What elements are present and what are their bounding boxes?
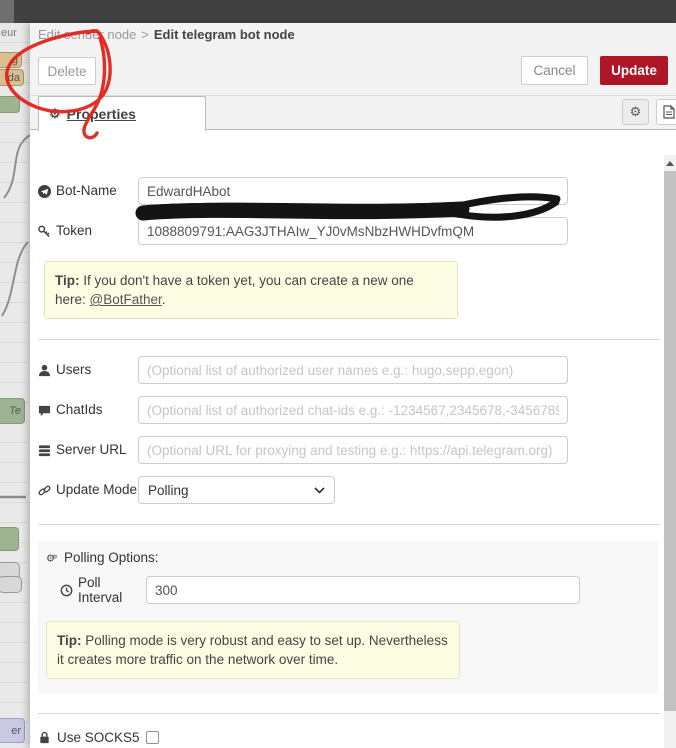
lock-icon: [40, 731, 49, 744]
workspace-strip: eur g da Te er: [0, 23, 30, 748]
users-row: Users: [38, 356, 660, 384]
tab-properties[interactable]: ⚙ Properties: [38, 96, 206, 131]
node-settings-button[interactable]: ⚙: [622, 99, 649, 125]
server-url-row: Server URL: [38, 436, 660, 464]
poll-interval-row: Poll Interval: [60, 575, 650, 605]
server-url-label: Server URL: [38, 442, 138, 458]
workspace-node[interactable]: Te: [0, 398, 25, 424]
workspace-node[interactable]: er: [0, 718, 25, 743]
chatids-input[interactable]: [138, 396, 568, 424]
key-icon: [38, 225, 50, 237]
bot-name-input[interactable]: [138, 177, 568, 205]
token-tip: Tip: If you don't have a token yet, you …: [44, 261, 458, 319]
workspace-node[interactable]: g: [0, 52, 22, 68]
breadcrumb-parent[interactable]: Edit sender node: [38, 27, 136, 42]
dialog-button-row: Delete Cancel Update: [30, 45, 676, 95]
update-button[interactable]: Update: [600, 56, 668, 85]
use-socks5-row: Use SOCKS5: [38, 730, 660, 745]
properties-form: Bot-Name Token Tip: If you don't have a …: [30, 155, 664, 748]
workspace-node[interactable]: da: [0, 69, 24, 86]
divider: [38, 339, 660, 340]
clock-icon: [60, 584, 73, 596]
link-icon: [38, 485, 51, 495]
server-icon: [38, 444, 51, 456]
scrollbar[interactable]: [664, 155, 676, 748]
cancel-button[interactable]: Cancel: [521, 56, 588, 85]
divider: [38, 524, 660, 525]
bot-name-row: Bot-Name: [38, 177, 660, 205]
update-mode-value: Polling: [148, 482, 189, 498]
telegram-icon: [38, 184, 51, 198]
polling-tip: Tip: Polling mode is very robust and eas…: [46, 621, 460, 679]
workspace-node[interactable]: [0, 96, 20, 113]
poll-interval-label: Poll Interval: [60, 575, 146, 605]
cogs-icon: ⚙ ⚙: [46, 553, 58, 564]
scrollbar-up-arrow[interactable]: [664, 155, 676, 170]
polling-options-label: ⚙ ⚙ Polling Options:: [46, 550, 159, 565]
document-icon: [663, 105, 675, 119]
tab-properties-label: Properties: [66, 106, 136, 122]
users-input[interactable]: [138, 356, 568, 384]
user-icon: [38, 364, 51, 376]
update-mode-select[interactable]: Polling: [138, 476, 335, 504]
poll-interval-input[interactable]: [146, 576, 580, 604]
polling-options-panel: ⚙ ⚙ Polling Options: Poll Interval Tip: …: [38, 541, 658, 693]
chat-bubble-icon: [38, 405, 51, 416]
workspace-node-label: eur: [1, 27, 17, 39]
scrollbar-thumb[interactable]: [664, 171, 676, 711]
svg-text:⚙: ⚙: [53, 553, 58, 560]
update-mode-row: Update Mode Polling: [38, 476, 660, 504]
wire-curves: [0, 134, 30, 499]
node-help-button[interactable]: [656, 99, 676, 125]
bot-name-label: Bot-Name: [38, 183, 138, 199]
breadcrumb-separator: >: [141, 26, 149, 42]
breadcrumb-current: Edit telegram bot node: [153, 26, 295, 42]
gear-icon: ⚙: [629, 104, 642, 119]
workspace-link-node[interactable]: [0, 576, 22, 593]
server-url-input[interactable]: [138, 436, 568, 464]
edit-dialog: Edit sender node > Edit telegram bot nod…: [30, 23, 676, 748]
chatids-row: ChatIds: [38, 396, 660, 424]
use-socks5-checkbox[interactable]: [145, 731, 159, 744]
chevron-down-icon: [314, 486, 325, 494]
app-header-bar: [0, 0, 676, 23]
token-input[interactable]: [138, 217, 568, 245]
update-mode-label: Update Mode: [38, 482, 138, 498]
chatids-label: ChatIds: [38, 402, 138, 418]
use-socks5-label: Use SOCKS5: [57, 730, 140, 745]
gear-icon: ⚙: [49, 106, 61, 121]
token-label: Token: [38, 223, 138, 239]
users-label: Users: [38, 362, 138, 378]
workspace-node[interactable]: [0, 527, 19, 551]
delete-button[interactable]: Delete: [38, 57, 96, 85]
breadcrumb: Edit sender node > Edit telegram bot nod…: [30, 23, 676, 45]
divider: [38, 713, 660, 714]
tab-bar: ⚙ Properties ⚙: [30, 95, 676, 131]
botfather-link[interactable]: @BotFather: [90, 292, 162, 307]
token-row: Token: [38, 217, 660, 245]
header-left-block: [0, 0, 14, 23]
